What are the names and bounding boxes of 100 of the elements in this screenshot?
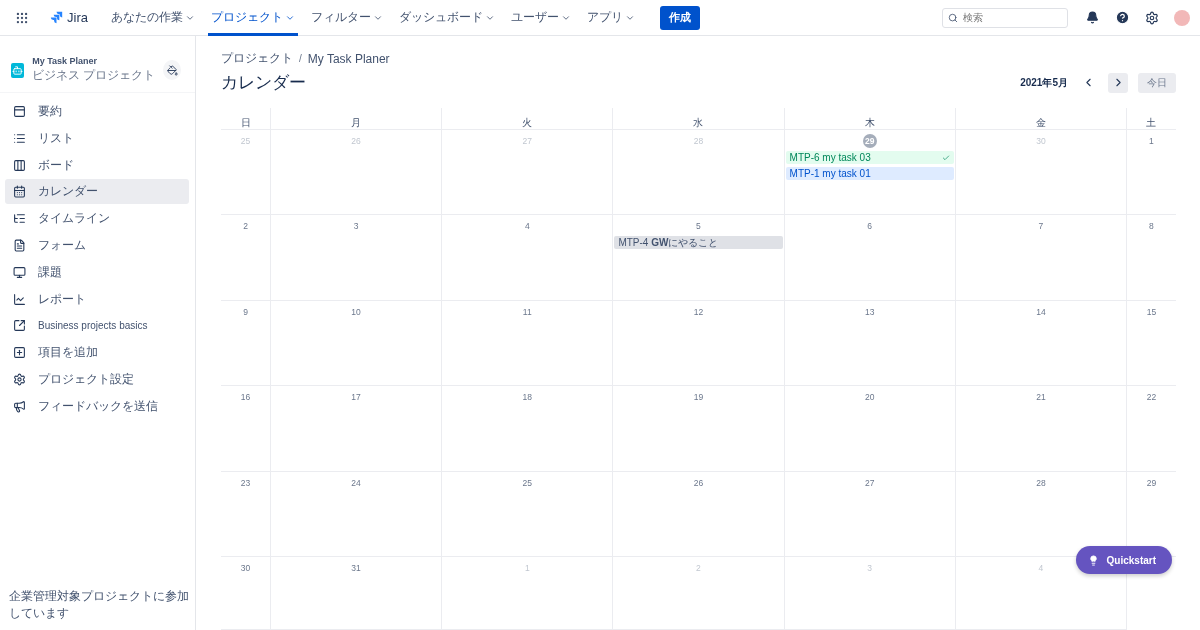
breadcrumb-link[interactable]: My Task Planer <box>307 51 390 66</box>
sidebar-item[interactable]: タイムライン <box>5 206 189 232</box>
sidebar-item[interactable]: プロジェクト設定 <box>5 366 189 392</box>
nav-tab[interactable]: ダッシュボード <box>395 0 498 36</box>
day-number: 9 <box>242 305 249 319</box>
jira-logo-icon <box>50 11 63 24</box>
sidebar-item[interactable]: フォーム <box>5 233 189 258</box>
nav-tab[interactable]: プロジェクト <box>207 0 298 36</box>
theme-button[interactable] <box>163 60 181 80</box>
next-month-button[interactable] <box>1108 72 1128 93</box>
day-number: 15 <box>1145 305 1158 319</box>
breadcrumb-link[interactable]: プロジェクト <box>221 50 293 67</box>
day-number: 11 <box>521 305 533 319</box>
weekday-header: 日 <box>221 108 270 130</box>
today-button[interactable]: 今日 <box>1138 72 1176 93</box>
quickstart-button[interactable]: Quickstart <box>1075 546 1172 574</box>
day-number: 24 <box>350 476 362 490</box>
calendar-event[interactable]: MTP-6 my task 03 <box>785 151 954 164</box>
day-number: 13 <box>863 305 876 319</box>
weekday-header: 金 <box>954 108 1126 130</box>
product-name[interactable]: Jira <box>67 10 88 25</box>
sidebar-item[interactable]: レポート <box>5 286 189 312</box>
day-number: 31 <box>350 561 362 575</box>
sidebar-item[interactable]: リスト <box>5 125 189 151</box>
sidebar-item[interactable]: カレンダー <box>5 179 189 205</box>
calendar-event[interactable]: MTP-4 GWにやること <box>614 236 783 250</box>
weekday-header: 木 <box>783 108 955 130</box>
project-type: ビジネス プロジェクト <box>32 67 156 84</box>
nav-tab[interactable]: フィルター <box>307 0 386 36</box>
day-number: 6 <box>866 220 874 234</box>
list-icon <box>13 131 26 145</box>
weekday-header: 土 <box>1126 108 1176 130</box>
document-icon <box>13 239 26 252</box>
settings-icon[interactable] <box>1145 10 1159 25</box>
day-number: 1 <box>523 561 531 575</box>
add-icon <box>13 346 26 360</box>
breadcrumb-separator: / <box>299 53 302 64</box>
paint-bucket-icon <box>166 64 178 76</box>
sidebar-item[interactable]: 項目を追加 <box>5 340 189 366</box>
sidebar-item[interactable]: 課題 <box>5 259 189 285</box>
day-number: 27 <box>521 135 533 148</box>
day-number: 3 <box>352 220 360 234</box>
create-button[interactable]: 作成 <box>659 5 700 30</box>
day-number: 17 <box>350 391 362 405</box>
day-number: 27 <box>863 476 876 490</box>
day-number: 4 <box>1037 561 1045 575</box>
day-number: 5 <box>695 220 702 234</box>
weekday-header: 月 <box>270 108 442 130</box>
panel-icon <box>13 105 26 118</box>
check-icon <box>941 153 950 162</box>
day-number: 29 <box>1145 476 1158 490</box>
day-number: 8 <box>1148 220 1155 234</box>
sidebar-item[interactable]: 要約 <box>5 99 189 124</box>
day-number: 4 <box>523 220 531 234</box>
weekday-header: 水 <box>612 108 784 130</box>
day-number: 26 <box>350 135 362 148</box>
sidebar-item[interactable]: ボード <box>5 152 189 178</box>
chart-icon <box>13 292 26 306</box>
nav-tab[interactable]: アプリ <box>583 0 638 36</box>
help-icon[interactable] <box>1114 10 1130 25</box>
day-number: 21 <box>1035 391 1047 405</box>
timeline-icon <box>13 212 26 226</box>
day-number: 2 <box>242 220 249 234</box>
day-number: 30 <box>239 561 252 575</box>
nav-tab[interactable]: あなたの作業 <box>107 0 198 36</box>
search-icon <box>948 12 958 23</box>
monitor-icon <box>13 265 26 279</box>
sidebar-item[interactable]: フィードバックを送信 <box>5 393 189 419</box>
weekday-header: 火 <box>441 108 613 130</box>
sidebar-item[interactable]: Business projects basics <box>5 313 189 339</box>
day-number: 14 <box>1035 305 1047 319</box>
day-number: 1 <box>1148 135 1155 148</box>
day-number: 20 <box>863 391 876 405</box>
day-number: 19 <box>692 391 705 405</box>
day-number: 12 <box>692 305 705 319</box>
day-number: 25 <box>521 476 533 490</box>
day-number: 18 <box>521 391 533 405</box>
megaphone-icon <box>13 399 26 413</box>
day-number: 26 <box>692 476 705 490</box>
notification-icon[interactable] <box>1085 11 1099 24</box>
day-number: 22 <box>1145 391 1158 405</box>
nav-tab[interactable]: ユーザー <box>507 0 574 36</box>
day-number: 16 <box>239 391 252 405</box>
project-name: My Task Planer <box>32 56 98 66</box>
search-field[interactable]: 検索 <box>942 7 1068 28</box>
columns-icon <box>13 158 26 172</box>
day-number: 10 <box>350 305 362 319</box>
day-number: 28 <box>1035 476 1047 490</box>
app-switcher-icon[interactable] <box>15 10 29 25</box>
day-number: 23 <box>239 476 252 490</box>
managed-project-note: 企業管理対象プロジェクトに参加しています <box>8 588 190 622</box>
month-label: 2021年5月 <box>1020 75 1068 90</box>
settings-icon <box>13 372 26 386</box>
day-number: 29 <box>862 134 877 148</box>
external-link-icon <box>13 319 26 333</box>
lightbulb-icon <box>1087 554 1099 566</box>
calendar-icon <box>13 185 26 199</box>
calendar-event[interactable]: MTP-1 my task 01 <box>785 167 954 180</box>
page-title: カレンダー <box>221 72 307 94</box>
day-number: 7 <box>1037 220 1045 234</box>
